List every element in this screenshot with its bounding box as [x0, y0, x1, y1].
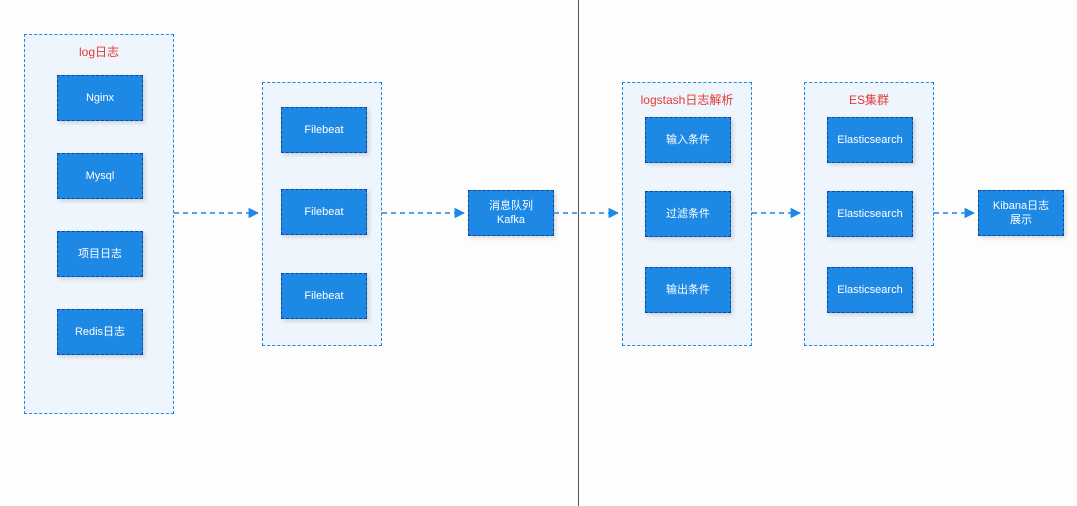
diagram-canvas: log日志 Nginx Mysql 项目日志 Redis日志 Filebeat … [0, 0, 1077, 506]
node-kibana: Kibana日志 展示 [978, 190, 1064, 236]
node-log-redis: Redis日志 [57, 309, 143, 355]
group-logstash: logstash日志解析 输入条件 过滤条件 输出条件 [622, 82, 752, 346]
vertical-divider [578, 0, 579, 506]
node-logstash-output: 输出条件 [645, 267, 731, 313]
node-logstash-input: 输入条件 [645, 117, 731, 163]
node-log-mysql: Mysql [57, 153, 143, 199]
group-es-title: ES集群 [805, 91, 933, 108]
node-filebeat-2: Filebeat [281, 189, 367, 235]
node-logstash-filter: 过滤条件 [645, 191, 731, 237]
node-es-3: Elasticsearch [827, 267, 913, 313]
node-log-nginx: Nginx [57, 75, 143, 121]
node-es-1: Elasticsearch [827, 117, 913, 163]
node-kafka: 消息队列 Kafka [468, 190, 554, 236]
group-es: ES集群 Elasticsearch Elasticsearch Elastic… [804, 82, 934, 346]
node-log-project: 项目日志 [57, 231, 143, 277]
group-filebeat: Filebeat Filebeat Filebeat [262, 82, 382, 346]
group-log-title: log日志 [25, 43, 173, 60]
group-log: log日志 Nginx Mysql 项目日志 Redis日志 [24, 34, 174, 414]
node-filebeat-3: Filebeat [281, 273, 367, 319]
group-logstash-title: logstash日志解析 [623, 91, 751, 108]
node-es-2: Elasticsearch [827, 191, 913, 237]
node-filebeat-1: Filebeat [281, 107, 367, 153]
